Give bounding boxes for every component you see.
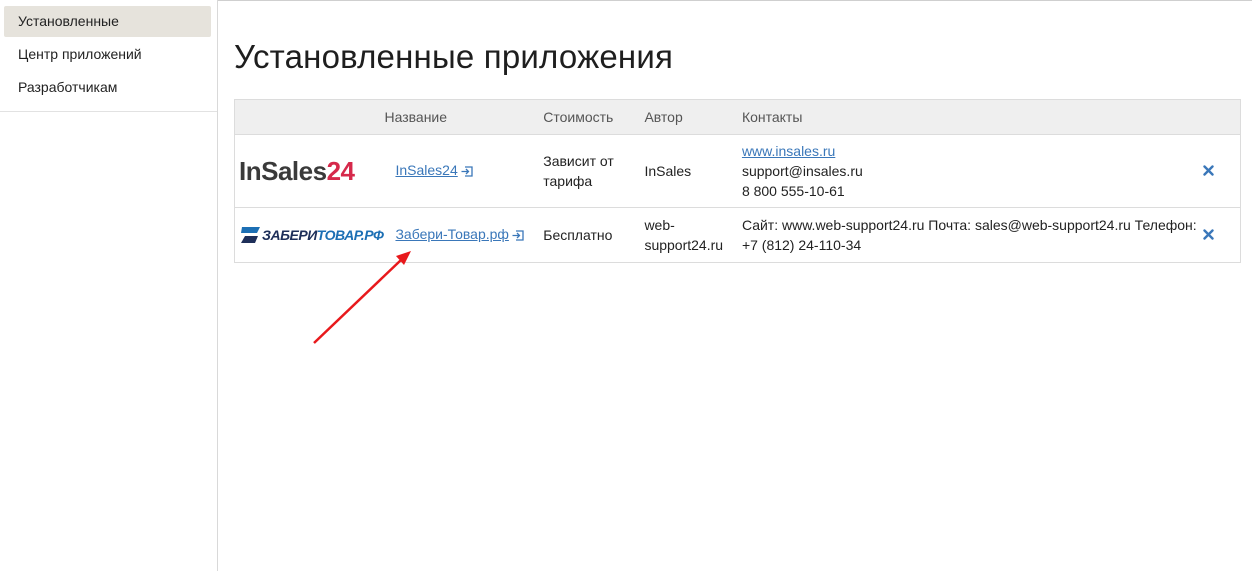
zaberi-tovar-logo: ЗАБЕРИ ТОВАР.РФ xyxy=(235,224,384,246)
app-logo-cell: InSales 24 xyxy=(235,135,384,208)
app-author: InSales xyxy=(644,163,692,179)
app-link-zaberi-tovar[interactable]: Забери-Товар.рф xyxy=(395,226,508,242)
sidebar-item-installed[interactable]: Установленные xyxy=(4,6,211,37)
table-header-row: Название Стоимость Автор Контакты xyxy=(234,99,1241,135)
close-icon[interactable] xyxy=(1203,161,1214,181)
logo-text-accent: 24 xyxy=(326,156,355,186)
contact-phone: 8 800 555-10-61 xyxy=(741,183,845,199)
app-actions-cell xyxy=(1203,208,1240,263)
app-link-insales24[interactable]: InSales24 xyxy=(395,162,457,178)
installed-apps-table: Название Стоимость Автор Контакты InSale… xyxy=(234,99,1241,263)
logo-text-accent: ТОВАР.РФ xyxy=(316,227,384,243)
app-price: Зависит от тарифа xyxy=(543,153,614,189)
sidebar: Установленные Центр приложений Разработч… xyxy=(0,0,218,571)
logo-text-primary: ЗАБЕРИ xyxy=(262,227,317,243)
app-actions-cell xyxy=(1203,135,1240,208)
sidebar-item-developers[interactable]: Разработчикам xyxy=(4,72,211,103)
app-author: web-support24.ru xyxy=(644,217,724,253)
header-logo xyxy=(235,100,384,135)
header-contacts: Контакты xyxy=(741,109,803,125)
sidebar-menu: Установленные Центр приложений Разработч… xyxy=(0,0,217,112)
external-link-icon[interactable] xyxy=(512,226,524,246)
app-price: Бесплатно xyxy=(543,227,613,243)
external-link-icon[interactable] xyxy=(461,162,473,182)
zaberi-logo-mark-icon xyxy=(241,227,260,243)
header-name: Название xyxy=(384,109,448,125)
header-price: Стоимость xyxy=(543,109,614,125)
app-name-cell: InSales24 xyxy=(383,135,543,208)
app-contacts: www.insales.ru support@insales.ru 8 800 … xyxy=(742,135,1203,208)
app-contacts: Сайт: www.web-support24.ru Почта: sales@… xyxy=(741,217,1197,253)
app-name-cell: Забери-Товар.рф xyxy=(383,208,543,263)
header-author: Автор xyxy=(644,109,683,125)
sidebar-item-app-center[interactable]: Центр приложений xyxy=(4,39,211,70)
logo-text-primary: InSales xyxy=(239,156,327,186)
header-actions xyxy=(1203,100,1240,135)
contact-site-link[interactable]: www.insales.ru xyxy=(742,143,835,159)
table-row: ЗАБЕРИ ТОВАР.РФ Забери-Товар.рф Бесплатно… xyxy=(234,207,1241,263)
contact-email: support@insales.ru xyxy=(741,163,863,179)
insales24-logo: InSales 24 xyxy=(235,156,383,186)
close-icon[interactable] xyxy=(1203,225,1214,245)
app-logo-cell: ЗАБЕРИ ТОВАР.РФ xyxy=(235,208,384,263)
main-content: Установленные приложения Название Стоимо… xyxy=(234,0,1241,263)
table-row: InSales 24 InSales24 Зависит от тарифа In… xyxy=(234,134,1241,208)
page-title: Установленные приложения xyxy=(234,38,674,75)
